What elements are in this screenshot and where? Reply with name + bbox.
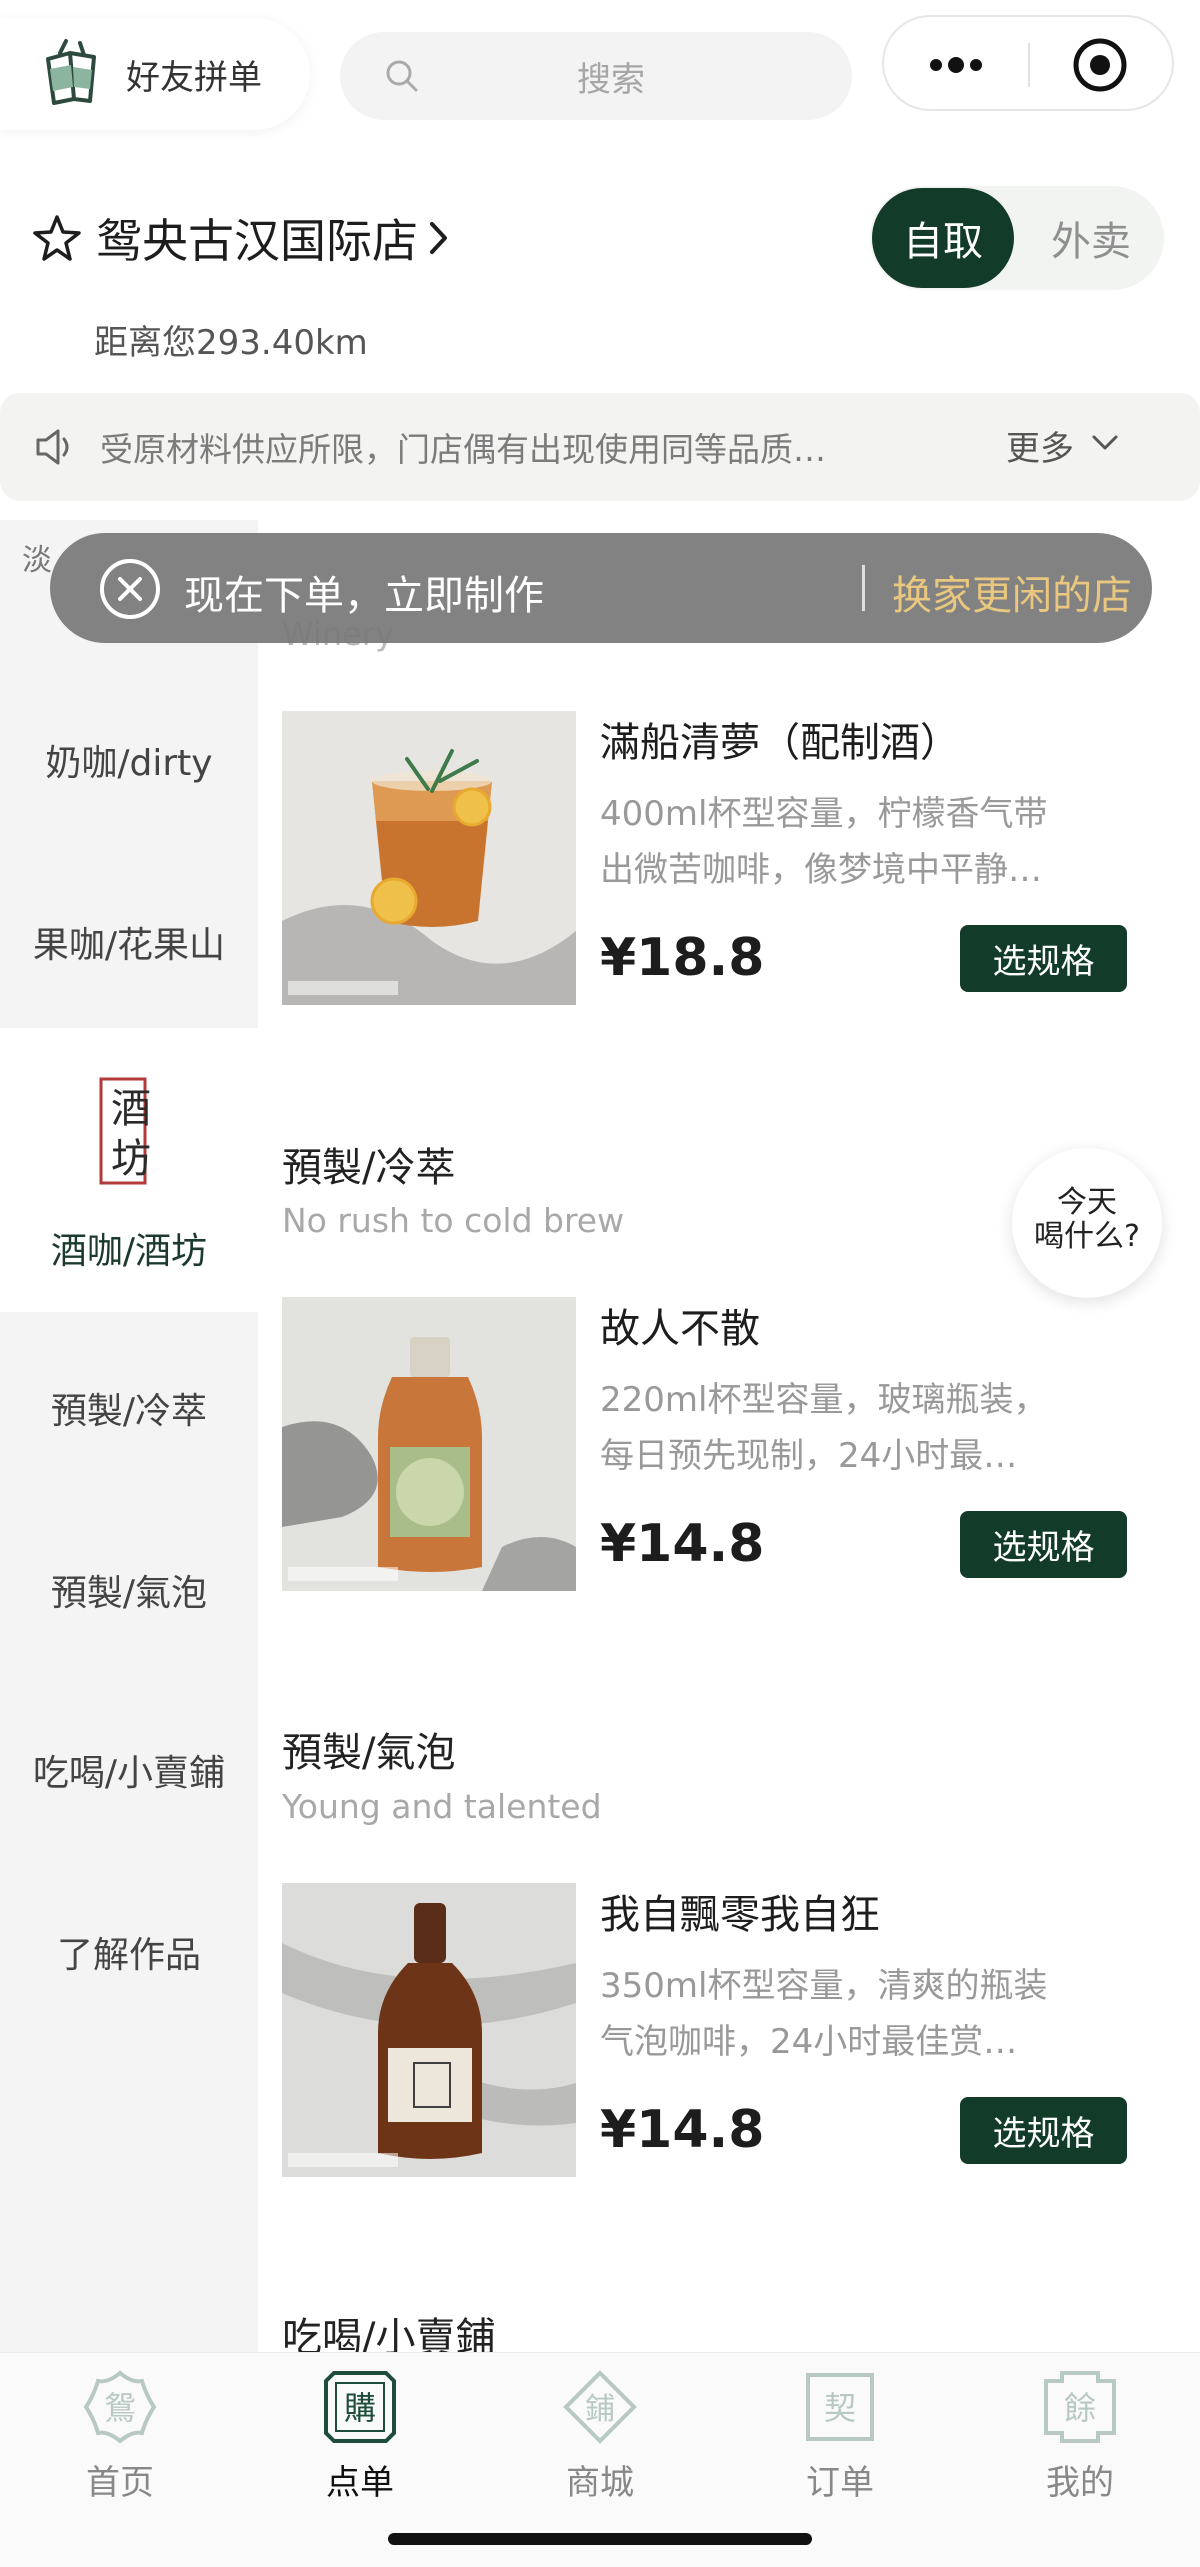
profile-icon: 餘 bbox=[1044, 2371, 1116, 2443]
nav-label: 商城 bbox=[566, 2463, 634, 2503]
sidebar-item-snack-shop[interactable]: 吃喝/小賣鋪 bbox=[0, 1744, 258, 1796]
store-name: 鸳央古汉国际店 bbox=[96, 214, 418, 268]
product-price: ¥18.8 bbox=[600, 928, 765, 988]
select-spec-button[interactable]: 选规格 bbox=[960, 925, 1127, 992]
section-subtitle: Young and talented bbox=[282, 1787, 602, 1826]
product-description: 220ml杯型容量，玻璃瓶装， 每日预先现制，24小时最… bbox=[600, 1380, 1048, 1476]
orders-icon: 契 bbox=[806, 2373, 874, 2441]
delivery-mode-button[interactable]: 外卖 bbox=[1020, 188, 1162, 288]
bubble-line1: 今天 bbox=[1057, 1185, 1117, 1220]
svg-text:坊: 坊 bbox=[111, 1136, 151, 1182]
star-icon[interactable] bbox=[32, 214, 82, 262]
order-mode-toggle: 自取 外卖 bbox=[870, 186, 1164, 290]
sidebar-item-cold-brew[interactable]: 預製/冷萃 bbox=[0, 1382, 258, 1434]
bubble-line2: 喝什么? bbox=[1034, 1219, 1140, 1254]
sidebar-item-about-works[interactable]: 了解作品 bbox=[0, 1926, 258, 1978]
nav-label: 订单 bbox=[806, 2463, 874, 2503]
nav-order[interactable]: 購 点单 bbox=[240, 2369, 480, 2504]
product-price: ¥14.8 bbox=[600, 2100, 765, 2160]
cups-icon bbox=[46, 39, 96, 105]
svg-text:酒: 酒 bbox=[111, 1086, 151, 1132]
toast-message: 现在下单，立即制作 bbox=[184, 573, 544, 619]
sidebar-item-partial: 淡 bbox=[22, 543, 52, 578]
what-to-drink-bubble[interactable]: 今天 喝什么? bbox=[1012, 1148, 1162, 1298]
notice-text: 受原材料供应所限，门店偶有出现使用同等品质… bbox=[100, 430, 826, 469]
product-name: 故人不散 bbox=[600, 1306, 760, 1352]
sidebar-item-milk-coffee[interactable]: 奶咖/dirty bbox=[0, 734, 258, 786]
sidebar-item-wine-coffee[interactable]: 酒坊 酒 坊 酒咖/酒坊 bbox=[0, 1028, 258, 1312]
pickup-mode-button[interactable]: 自取 bbox=[872, 188, 1014, 288]
product-image[interactable] bbox=[282, 711, 576, 1005]
close-circle-icon[interactable] bbox=[98, 557, 162, 621]
nav-mine[interactable]: 餘 我的 bbox=[960, 2369, 1200, 2504]
nav-label: 点单 bbox=[326, 2463, 394, 2503]
nav-mall[interactable]: 鋪 商城 bbox=[480, 2369, 720, 2504]
store-distance: 距离您293.40km bbox=[94, 323, 368, 363]
nav-home[interactable]: 鴛 首页 bbox=[0, 2369, 240, 2504]
select-spec-button[interactable]: 选规格 bbox=[960, 2097, 1127, 2164]
notice-bar[interactable]: 受原材料供应所限，门店偶有出现使用同等品质… 更多 bbox=[0, 393, 1200, 501]
product-name: 我自飄零我自狂 bbox=[600, 1892, 880, 1938]
capsule-divider bbox=[1028, 43, 1030, 87]
product-image[interactable] bbox=[282, 1297, 576, 1591]
search-bar[interactable]: 搜索 bbox=[340, 32, 852, 120]
nav-label: 我的 bbox=[1046, 2463, 1114, 2503]
toast-divider bbox=[862, 565, 865, 611]
mall-icon: 鋪 bbox=[563, 2370, 637, 2444]
home-icon: 鴛 bbox=[83, 2370, 157, 2444]
close-target-icon[interactable] bbox=[1072, 37, 1128, 93]
svg-text:契: 契 bbox=[824, 2389, 856, 2427]
mini-program-capsule bbox=[882, 15, 1174, 111]
speaker-icon bbox=[36, 429, 69, 465]
section-subtitle: No rush to cold brew bbox=[282, 1201, 625, 1240]
product-image[interactable] bbox=[282, 1883, 576, 2177]
group-order-button[interactable]: 好友拼单 bbox=[0, 18, 310, 130]
svg-text:鴛: 鴛 bbox=[104, 2389, 136, 2427]
product-description: 350ml杯型容量，清爽的瓶装 气泡咖啡，24小时最佳赏… bbox=[600, 1966, 1048, 2062]
section-title: 預製/冷萃 bbox=[282, 1145, 456, 1191]
switch-store-link[interactable]: 换家更闲的店 bbox=[892, 563, 1132, 621]
select-spec-button[interactable]: 选规格 bbox=[960, 1511, 1127, 1578]
svg-text:鋪: 鋪 bbox=[585, 2392, 615, 2427]
order-now-toast: 现在下单，立即制作 换家更闲的店 bbox=[50, 533, 1152, 643]
sidebar-item-label: 酒咖/酒坊 bbox=[50, 1231, 208, 1272]
chevron-right-icon bbox=[430, 222, 447, 254]
chevron-down-icon bbox=[1092, 435, 1118, 450]
product-description: 400ml杯型容量，柠檬香气带 出微苦咖啡，像梦境中平静… bbox=[600, 794, 1048, 890]
more-icon[interactable] bbox=[924, 47, 988, 83]
group-order-label: 好友拼单 bbox=[126, 57, 262, 98]
sidebar-item-fruit-coffee[interactable]: 果咖/花果山 bbox=[0, 916, 258, 968]
product-name: 滿船清夢（配制酒） bbox=[600, 720, 960, 766]
svg-text:購: 購 bbox=[344, 2389, 376, 2427]
sidebar-item-sparkling[interactable]: 預製/氣泡 bbox=[0, 1564, 258, 1616]
search-icon bbox=[386, 60, 418, 92]
order-icon: 購 bbox=[324, 2371, 396, 2443]
category-sidebar: 奶咖/dirty 果咖/花果山 酒坊 酒 坊 酒咖/酒坊 預製/冷萃 預製/氣泡… bbox=[0, 520, 258, 2355]
svg-text:餘: 餘 bbox=[1064, 2389, 1096, 2427]
section-title: 預製/氣泡 bbox=[282, 1730, 456, 1776]
wine-workshop-seal-icon: 酒坊 酒 坊 bbox=[99, 1077, 151, 1185]
product-price: ¥14.8 bbox=[600, 1514, 765, 1574]
nav-label: 首页 bbox=[86, 2463, 154, 2503]
notice-more-button[interactable]: 更多 bbox=[1006, 421, 1074, 470]
nav-orders[interactable]: 契 订单 bbox=[720, 2369, 960, 2504]
store-selector[interactable]: 鸳央古汉国际店 bbox=[32, 205, 450, 271]
home-indicator[interactable] bbox=[388, 2533, 812, 2545]
